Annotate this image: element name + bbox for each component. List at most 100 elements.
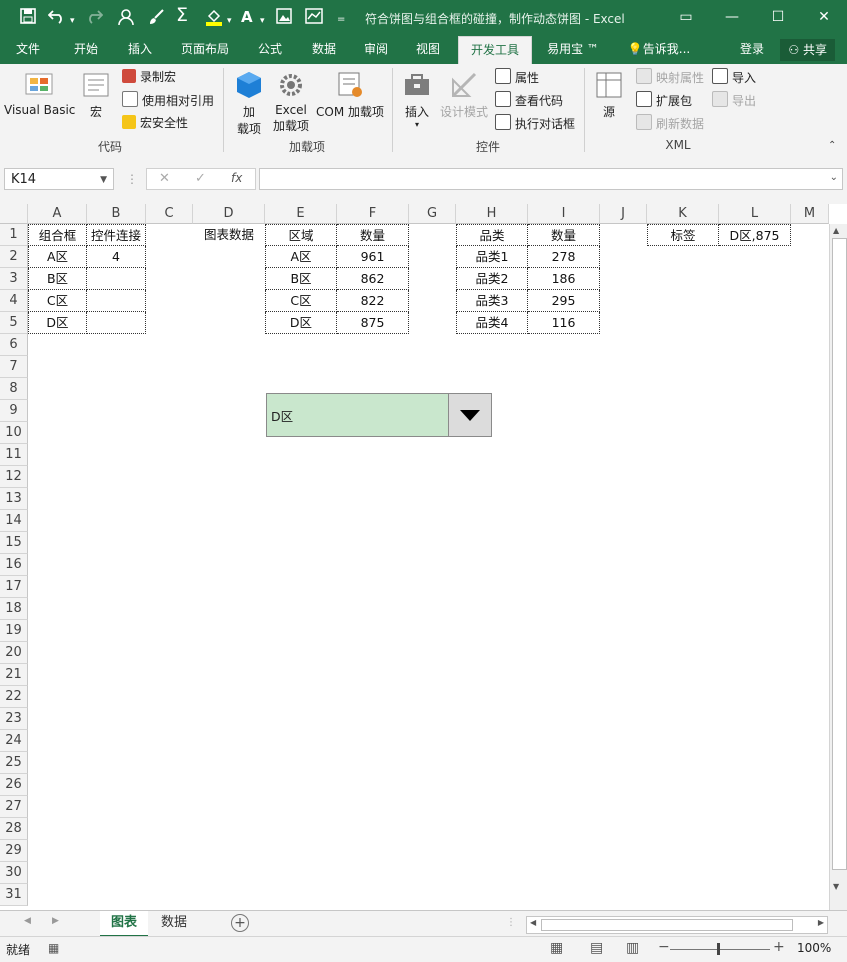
tab-file[interactable]: 文件 bbox=[6, 36, 50, 64]
user-icon[interactable] bbox=[118, 8, 136, 30]
row-header[interactable]: 16 bbox=[0, 554, 28, 576]
sheet-tab-chart[interactable]: 图表 bbox=[100, 911, 148, 937]
refresh-data-button[interactable]: 刷新数据 bbox=[636, 114, 704, 132]
row-header[interactable]: 20 bbox=[0, 642, 28, 664]
cell-l1[interactable]: D区,875 bbox=[719, 224, 791, 246]
combo-box[interactable]: D区 bbox=[266, 393, 492, 437]
tab-home[interactable]: 开始 bbox=[64, 36, 108, 64]
select-all-corner[interactable] bbox=[0, 204, 28, 224]
login-link[interactable]: 登录 bbox=[734, 36, 770, 64]
tab-page-layout[interactable]: 页面布局 bbox=[172, 36, 238, 64]
worksheet-grid[interactable]: A B C D E F G H I J K L M 1 2 3 4 5 6 7 … bbox=[0, 204, 847, 910]
share-button[interactable]: ⚇ 共享 bbox=[780, 39, 835, 61]
visual-basic-button[interactable]: Visual Basic bbox=[4, 70, 75, 117]
tell-me-box[interactable]: 💡告诉我... bbox=[622, 36, 696, 64]
fill-dropdown-icon[interactable]: ▾ bbox=[227, 12, 232, 30]
row-header[interactable]: 15 bbox=[0, 532, 28, 554]
add-sheet-icon[interactable]: + bbox=[231, 914, 249, 932]
column-header[interactable]: J bbox=[600, 204, 647, 224]
row-header[interactable]: 30 bbox=[0, 862, 28, 884]
next-sheet-icon[interactable]: ▶ bbox=[52, 916, 59, 926]
name-box-dropdown-icon[interactable]: ▼ bbox=[100, 169, 107, 191]
name-box[interactable]: K14 ▼ bbox=[4, 168, 114, 190]
row-header[interactable]: 24 bbox=[0, 730, 28, 752]
row-header[interactable]: 21 bbox=[0, 664, 28, 686]
row-header[interactable]: 14 bbox=[0, 510, 28, 532]
vertical-scrollbar[interactable]: ▲ ▼ bbox=[829, 224, 847, 910]
macros-button[interactable]: 宏 bbox=[78, 70, 114, 120]
row-header[interactable]: 29 bbox=[0, 840, 28, 862]
column-header[interactable]: E bbox=[265, 204, 337, 224]
cell-a4[interactable]: C区 bbox=[28, 290, 87, 312]
cancel-icon[interactable]: ✕ bbox=[159, 171, 170, 186]
close-button[interactable]: ✕ bbox=[810, 6, 838, 28]
page-break-icon[interactable]: ▥ bbox=[626, 940, 639, 956]
scroll-right-icon[interactable]: ▶ bbox=[818, 918, 824, 927]
cell-a2[interactable]: A区 bbox=[28, 246, 87, 268]
cell-f2[interactable]: 961 bbox=[337, 246, 409, 268]
minimize-button[interactable]: — bbox=[718, 6, 746, 28]
zoom-out-icon[interactable]: − bbox=[658, 939, 670, 955]
cell-f1[interactable]: 数量 bbox=[337, 224, 409, 246]
cell-e3[interactable]: B区 bbox=[265, 268, 337, 290]
row-header[interactable]: 31 bbox=[0, 884, 28, 906]
maximize-button[interactable]: ☐ bbox=[764, 6, 792, 28]
cell-f4[interactable]: 822 bbox=[337, 290, 409, 312]
cell-b1[interactable]: 控件连接 bbox=[87, 224, 146, 246]
cell-i1[interactable]: 数量 bbox=[528, 224, 600, 246]
column-header[interactable]: H bbox=[456, 204, 528, 224]
row-header[interactable]: 25 bbox=[0, 752, 28, 774]
cell-e5[interactable]: D区 bbox=[265, 312, 337, 334]
scroll-left-icon[interactable]: ◀ bbox=[530, 918, 536, 927]
font-color-icon[interactable]: A bbox=[241, 8, 253, 26]
cell-e1[interactable]: 区域 bbox=[265, 224, 337, 246]
expand-formula-icon[interactable]: ⌄ bbox=[830, 172, 838, 183]
row-header[interactable]: 6 bbox=[0, 334, 28, 356]
tab-easy-tools[interactable]: 易用宝 ™ bbox=[540, 36, 606, 64]
undo-icon[interactable] bbox=[47, 8, 66, 28]
row-header[interactable]: 3 bbox=[0, 268, 28, 290]
customize-icon[interactable]: = bbox=[337, 11, 345, 29]
cell-f5[interactable]: 875 bbox=[337, 312, 409, 334]
column-header[interactable]: F bbox=[337, 204, 409, 224]
cell-h2[interactable]: 品类1 bbox=[456, 246, 528, 268]
row-header[interactable]: 28 bbox=[0, 818, 28, 840]
design-mode-button[interactable]: 设计模式 bbox=[438, 70, 490, 120]
column-header[interactable]: C bbox=[146, 204, 193, 224]
tab-view[interactable]: 视图 bbox=[406, 36, 450, 64]
column-header[interactable]: M bbox=[791, 204, 829, 224]
row-header[interactable]: 11 bbox=[0, 444, 28, 466]
row-header[interactable]: 4 bbox=[0, 290, 28, 312]
tab-data[interactable]: 数据 bbox=[302, 36, 346, 64]
com-addins-button[interactable]: COM 加载项 bbox=[314, 70, 386, 120]
prev-sheet-icon[interactable]: ◀ bbox=[24, 916, 31, 926]
cell-f3[interactable]: 862 bbox=[337, 268, 409, 290]
expansion-packs-button[interactable]: 扩展包 bbox=[636, 91, 692, 109]
cell-a3[interactable]: B区 bbox=[28, 268, 87, 290]
row-header[interactable]: 26 bbox=[0, 774, 28, 796]
normal-view-icon[interactable]: ▦ bbox=[550, 940, 563, 956]
cell-h1[interactable]: 品类 bbox=[456, 224, 528, 246]
font-color-dropdown-icon[interactable]: ▾ bbox=[260, 12, 265, 30]
undo-dropdown-icon[interactable]: ▾ bbox=[70, 12, 75, 30]
row-header[interactable]: 10 bbox=[0, 422, 28, 444]
insert-control-button[interactable]: 插入 ▾ bbox=[400, 70, 434, 129]
cell-h4[interactable]: 品类3 bbox=[456, 290, 528, 312]
sum-icon[interactable]: Σ bbox=[176, 6, 188, 25]
ribbon-display-icon[interactable]: ▭ bbox=[672, 6, 700, 28]
view-code-button[interactable]: 查看代码 bbox=[495, 91, 563, 109]
row-header[interactable]: 12 bbox=[0, 466, 28, 488]
macro-record-icon[interactable]: ▦ bbox=[48, 941, 59, 955]
brush-icon[interactable] bbox=[147, 8, 165, 30]
zoom-slider-handle[interactable] bbox=[717, 943, 720, 955]
cell-b2[interactable]: 4 bbox=[87, 246, 146, 268]
row-header[interactable]: 23 bbox=[0, 708, 28, 730]
row-header[interactable]: 8 bbox=[0, 378, 28, 400]
row-header[interactable]: 9 bbox=[0, 400, 28, 422]
row-header[interactable]: 5 bbox=[0, 312, 28, 334]
vertical-scroll-thumb[interactable] bbox=[832, 238, 847, 870]
excel-addins-button[interactable]: Excel 加载项 bbox=[270, 70, 312, 134]
map-properties-button[interactable]: 映射属性 bbox=[636, 68, 704, 86]
tab-developer[interactable]: 开发工具 bbox=[458, 36, 532, 65]
tab-formulas[interactable]: 公式 bbox=[248, 36, 292, 64]
